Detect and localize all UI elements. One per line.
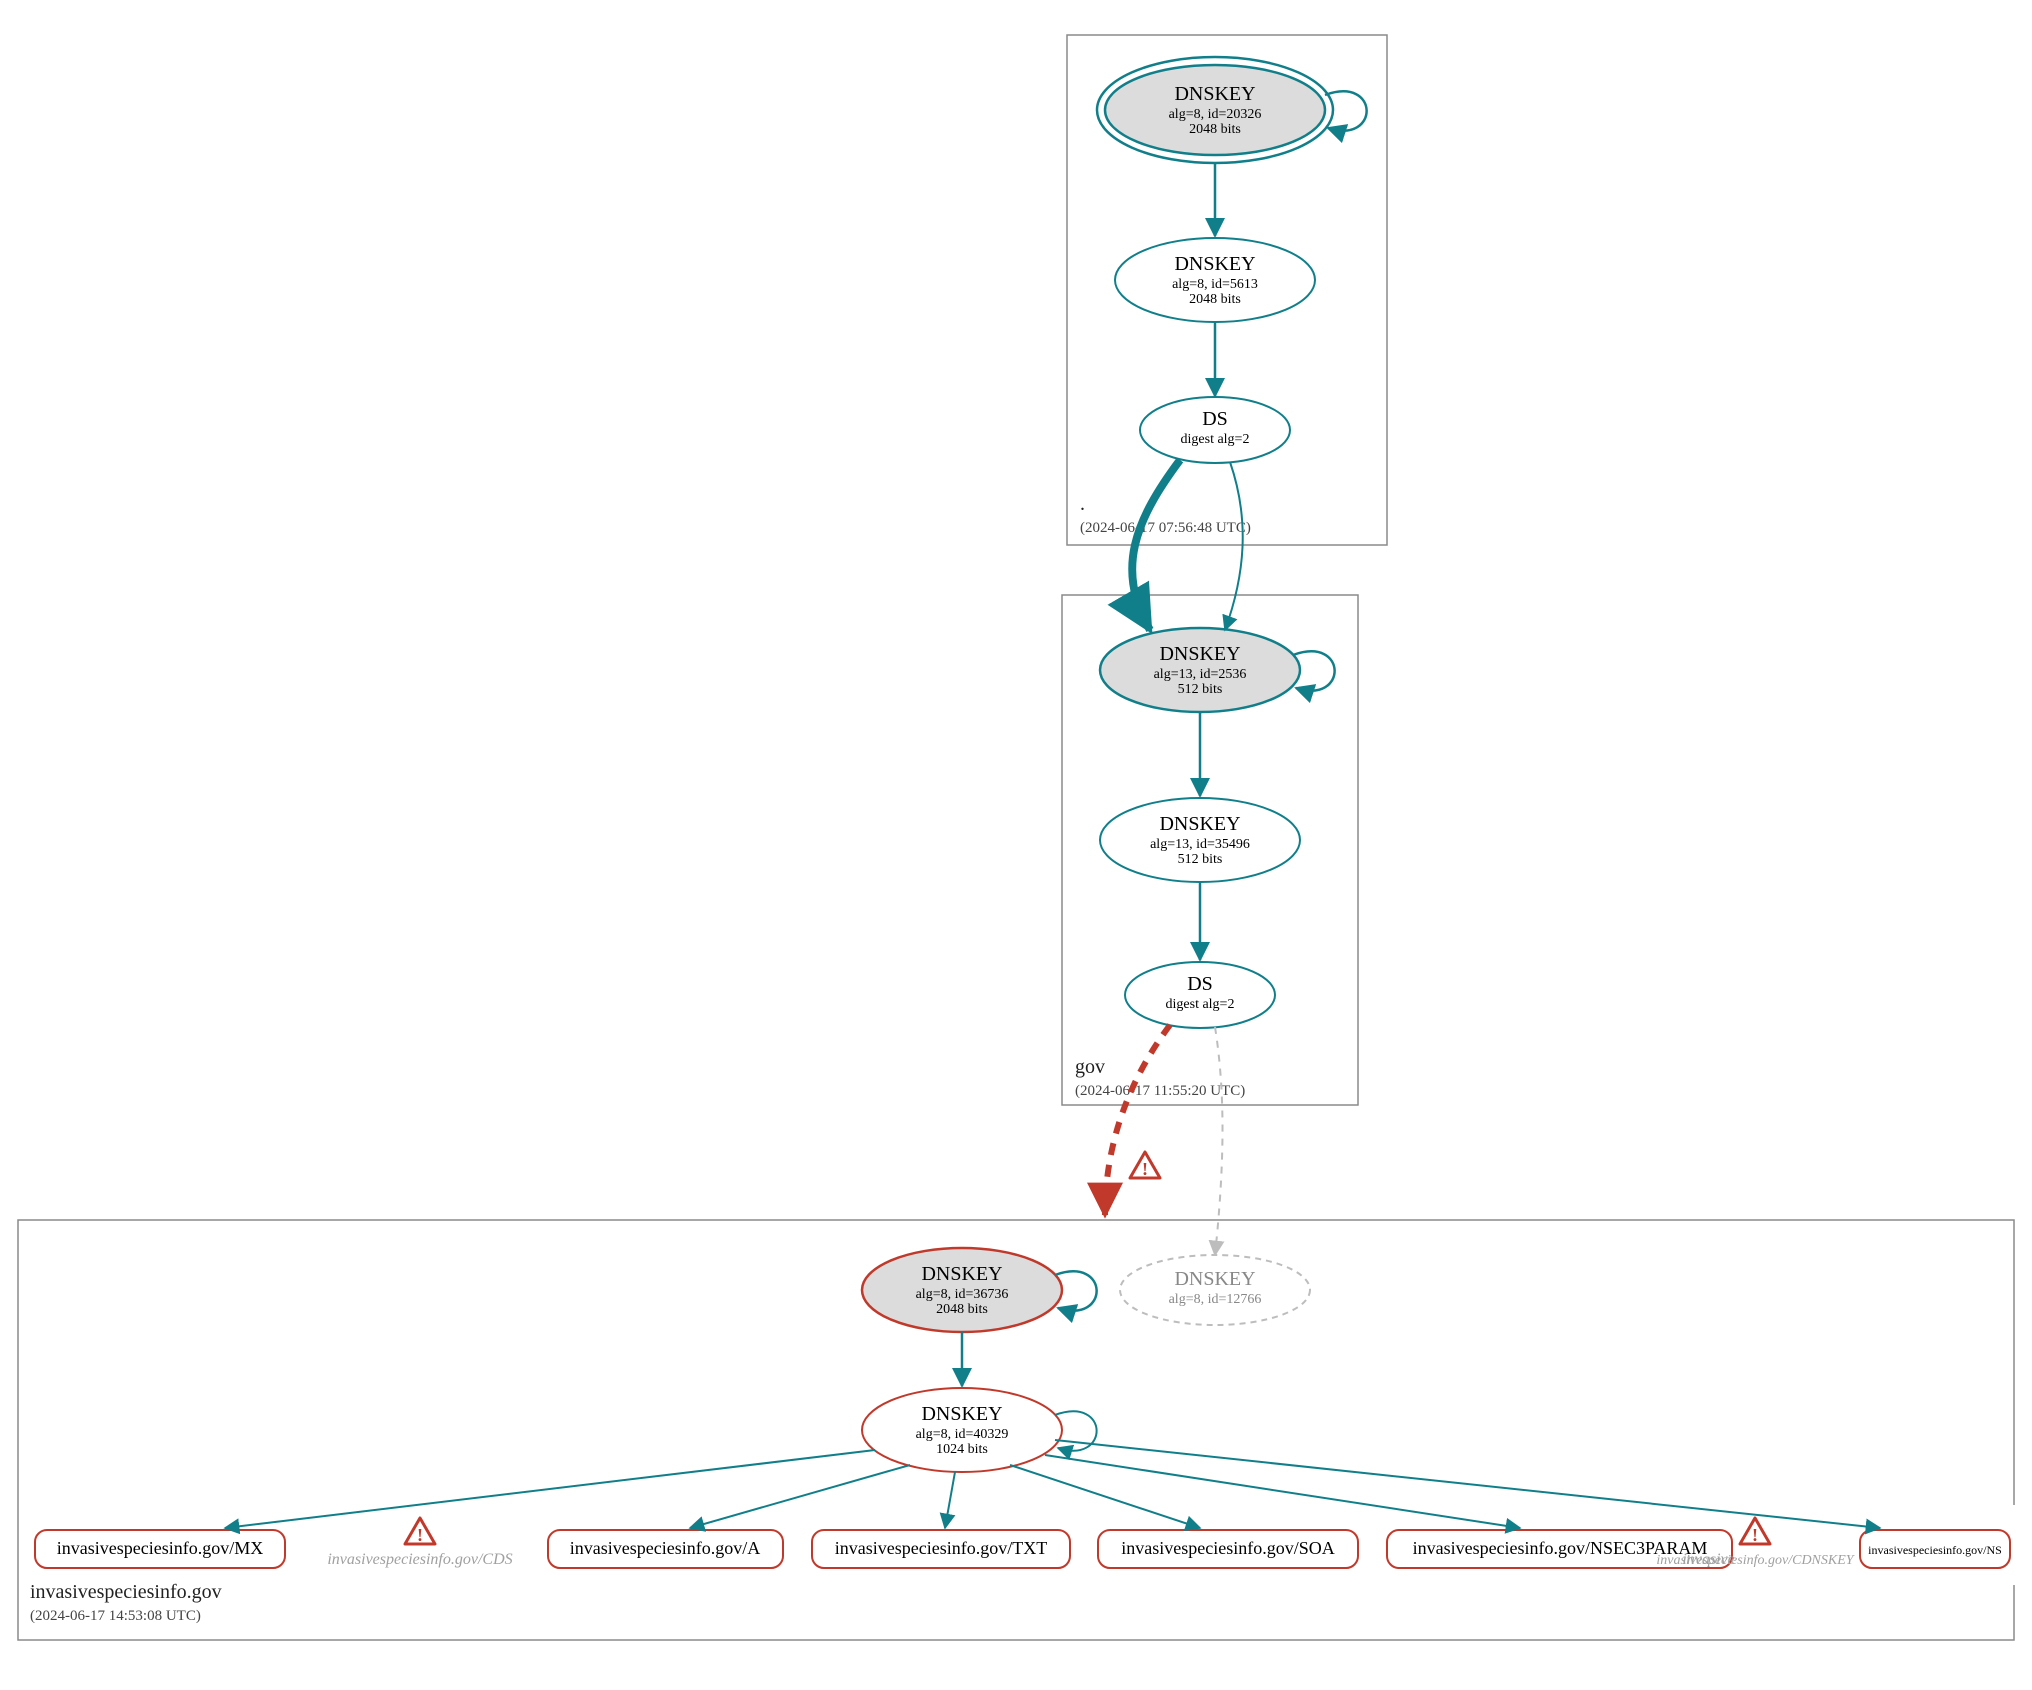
svg-text:alg=13, id=2536: alg=13, id=2536 xyxy=(1154,667,1247,682)
warning-icon-cds: ! xyxy=(405,1518,435,1545)
node-gov-ksk: DNSKEY alg=13, id=2536 512 bits xyxy=(1100,628,1300,712)
svg-text:invasivespeciesinfo.gov/CDNSKE: invasivespeciesinfo.gov/CDNSKEY xyxy=(1656,1553,1855,1568)
svg-text:alg=8, id=36736: alg=8, id=36736 xyxy=(916,1287,1009,1302)
zone-domain-timestamp: (2024-06-17 14:53:08 UTC) xyxy=(30,1608,201,1624)
zone-gov-label: gov xyxy=(1075,1056,1105,1078)
edge-zsk-mx xyxy=(225,1450,875,1528)
dnssec-graph: . (2024-06-17 07:56:48 UTC) DNSKEY alg=8… xyxy=(0,0,2032,1690)
node-root-ds: DS digest alg=2 xyxy=(1140,397,1290,463)
edge-zsk-txt xyxy=(945,1472,955,1528)
svg-text:512 bits: 512 bits xyxy=(1178,682,1223,697)
svg-text:alg=8, id=40329: alg=8, id=40329 xyxy=(916,1427,1009,1442)
svg-text:alg=13, id=35496: alg=13, id=35496 xyxy=(1150,837,1250,852)
node-dom-ghost: DNSKEY alg=8, id=12766 xyxy=(1120,1255,1310,1325)
svg-text:2048 bits: 2048 bits xyxy=(1189,292,1241,307)
svg-text:digest alg=2: digest alg=2 xyxy=(1181,432,1250,447)
node-dom-zsk: DNSKEY alg=8, id=40329 1024 bits xyxy=(862,1388,1062,1472)
svg-text:alg=8, id=5613: alg=8, id=5613 xyxy=(1172,277,1258,292)
edge-root-ds-gov-ksk-thin xyxy=(1225,462,1243,630)
record-cds-missing: ! invasivespeciesinfo.gov/CDS xyxy=(327,1518,512,1568)
svg-text:invasivespeciesinfo.gov/NS: invasivespeciesinfo.gov/NS xyxy=(1868,1543,2002,1557)
node-gov-zsk: DNSKEY alg=13, id=35496 512 bits xyxy=(1100,798,1300,882)
svg-text:DNSKEY: DNSKEY xyxy=(1159,813,1240,835)
edge-gov-ds-dom-ghost-gray xyxy=(1215,1027,1223,1255)
record-mx: invasivespeciesinfo.gov/MX xyxy=(35,1530,285,1568)
edge-gov-ds-dom-ksk-red xyxy=(1105,1025,1170,1215)
svg-text:!: ! xyxy=(1142,1159,1148,1179)
svg-text:DNSKEY: DNSKEY xyxy=(1159,643,1240,665)
svg-text:512 bits: 512 bits xyxy=(1178,852,1223,867)
record-a: invasivespeciesinfo.gov/A xyxy=(548,1530,783,1568)
node-root-zsk: DNSKEY alg=8, id=5613 2048 bits xyxy=(1115,238,1315,322)
edge-zsk-nsec3 xyxy=(1045,1455,1520,1528)
edge-root-ksk-self xyxy=(1325,91,1367,130)
node-gov-ds: DS digest alg=2 xyxy=(1125,962,1275,1028)
svg-text:invasivespeciesinfo.gov/MX: invasivespeciesinfo.gov/MX xyxy=(57,1538,263,1558)
svg-text:digest alg=2: digest alg=2 xyxy=(1166,997,1235,1012)
svg-text:DNSKEY: DNSKEY xyxy=(1174,253,1255,275)
svg-text:invasivespeciesinfo.gov/CDS: invasivespeciesinfo.gov/CDS xyxy=(327,1551,512,1568)
svg-text:2048 bits: 2048 bits xyxy=(1189,122,1241,137)
warning-icon-delegation: ! xyxy=(1130,1152,1160,1179)
svg-text:1024 bits: 1024 bits xyxy=(936,1442,988,1457)
svg-text:alg=8, id=12766: alg=8, id=12766 xyxy=(1169,1292,1262,1307)
svg-text:alg=8, id=20326: alg=8, id=20326 xyxy=(1169,107,1262,122)
zone-root-label-dot: . xyxy=(1080,493,1085,515)
svg-text:!: ! xyxy=(1752,1525,1758,1545)
zone-domain-label: invasivespeciesinfo.gov xyxy=(30,1581,222,1603)
svg-text:DNSKEY: DNSKEY xyxy=(1174,83,1255,105)
record-ns-real: invasivespeciesinfo.gov/NS xyxy=(1860,1530,2010,1568)
svg-text:DS: DS xyxy=(1187,973,1213,995)
svg-text:DNSKEY: DNSKEY xyxy=(921,1403,1002,1425)
zone-gov-timestamp: (2024-06-17 11:55:20 UTC) xyxy=(1075,1083,1245,1099)
svg-text:DS: DS xyxy=(1202,408,1228,430)
svg-text:DNSKEY: DNSKEY xyxy=(1174,1268,1255,1290)
svg-text:invasivespeciesinfo.gov/TXT: invasivespeciesinfo.gov/TXT xyxy=(835,1538,1047,1558)
node-root-ksk: DNSKEY alg=8, id=20326 2048 bits xyxy=(1097,57,1333,163)
svg-text:DNSKEY: DNSKEY xyxy=(921,1263,1002,1285)
zone-root-timestamp: (2024-06-17 07:56:48 UTC) xyxy=(1080,520,1251,536)
svg-text:invasivespeciesinfo.gov/SOA: invasivespeciesinfo.gov/SOA xyxy=(1121,1538,1334,1558)
record-txt: invasivespeciesinfo.gov/TXT xyxy=(812,1530,1070,1568)
svg-text:!: ! xyxy=(417,1525,423,1545)
svg-text:invasivespeciesinfo.gov/A: invasivespeciesinfo.gov/A xyxy=(570,1538,760,1558)
node-dom-ksk: DNSKEY alg=8, id=36736 2048 bits xyxy=(862,1248,1062,1332)
edge-zsk-ns xyxy=(1055,1440,1880,1528)
svg-text:2048 bits: 2048 bits xyxy=(936,1302,988,1317)
record-soa: invasivespeciesinfo.gov/SOA xyxy=(1098,1530,1358,1568)
edge-zsk-a xyxy=(690,1465,910,1528)
